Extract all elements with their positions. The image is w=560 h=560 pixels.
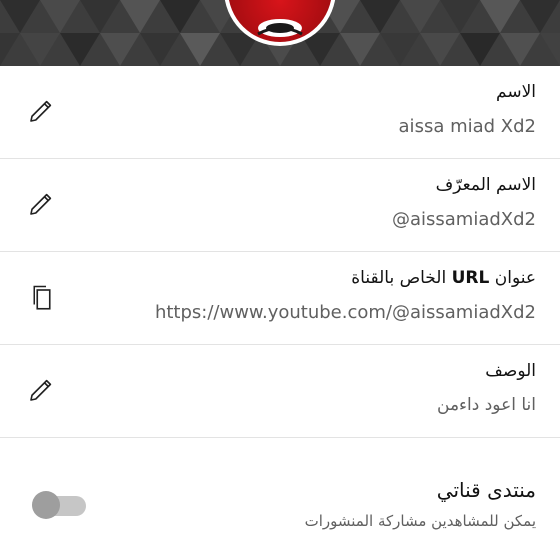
- channel-settings-screen: الاسم aissa miad Xd2 الاسم المعرّف @aiss…: [0, 0, 560, 560]
- channel-url-value: https://www.youtube.com/@aissamiadXd2: [154, 302, 536, 323]
- toggle-knob: [32, 491, 60, 519]
- name-label: الاسم: [496, 82, 536, 102]
- forum-subtitle: يمكن للمشاهدين مشاركة المنشورات: [304, 512, 536, 530]
- channel-url-row[interactable]: عنوان URL الخاص بالقناة https://www.yout…: [0, 252, 560, 345]
- pencil-icon[interactable]: [26, 375, 56, 405]
- channel-avatar[interactable]: [224, 0, 336, 46]
- name-value: aissa miad Xd2: [398, 116, 536, 137]
- handle-field-row[interactable]: الاسم المعرّف @aissamiadXd2: [0, 159, 560, 252]
- url-label-prefix: عنوان: [489, 268, 536, 288]
- pencil-icon[interactable]: [26, 189, 56, 219]
- forum-toggle[interactable]: [32, 488, 86, 520]
- forum-title: منتدى قناتي: [436, 478, 536, 502]
- url-label-url: URL: [451, 268, 490, 288]
- channel-banner: [0, 0, 560, 66]
- description-field-row[interactable]: الوصف انا اعود داءمن: [0, 345, 560, 438]
- avatar-image: [228, 0, 332, 42]
- handle-value: @aissamiadXd2: [391, 209, 536, 230]
- url-label-suffix: الخاص بالقناة: [351, 268, 452, 288]
- name-field-row[interactable]: الاسم aissa miad Xd2: [0, 66, 560, 159]
- avatar-emblem: [257, 19, 303, 37]
- description-value: انا اعود داءمن: [437, 395, 536, 415]
- pencil-icon[interactable]: [26, 96, 56, 126]
- description-label: الوصف: [485, 361, 536, 381]
- handle-label: الاسم المعرّف: [435, 175, 536, 195]
- channel-url-label: عنوان URL الخاص بالقناة: [351, 268, 536, 288]
- copy-icon[interactable]: [26, 282, 56, 312]
